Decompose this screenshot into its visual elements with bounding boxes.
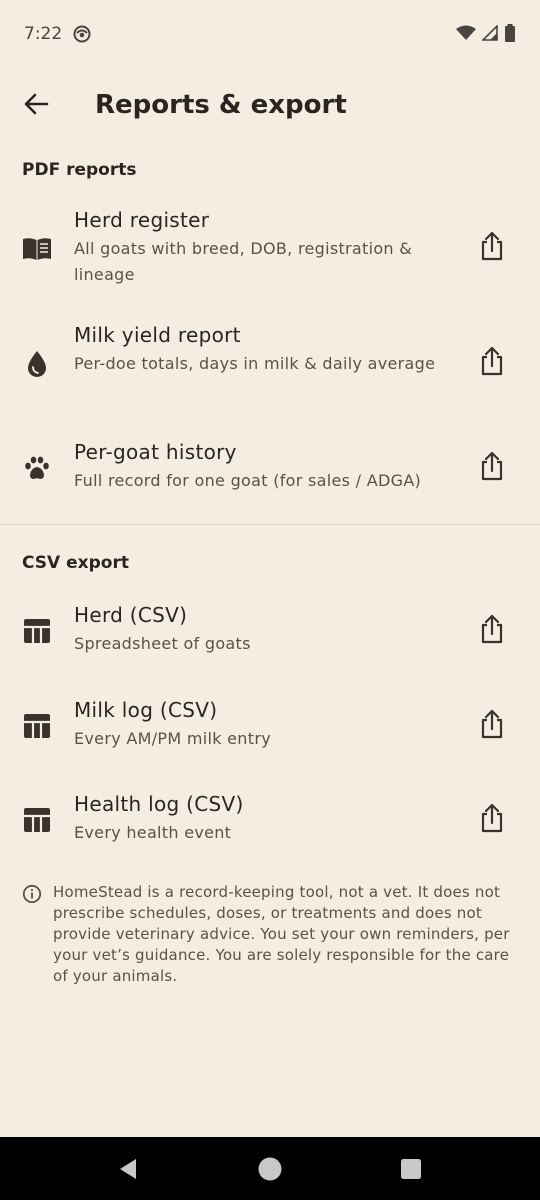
paw-icon [20,451,54,485]
app-bar: Reports & export [0,70,540,140]
share-icon [479,346,505,380]
row-subtitle: Full record for one goat (for sales / AD… [74,471,422,490]
book-icon [20,232,54,266]
wifi-icon [456,25,476,45]
page-title: Reports & export [95,90,347,120]
drop-icon [20,347,54,381]
nav-home-button[interactable] [256,1155,284,1183]
share-button[interactable] [472,800,512,840]
share-icon [479,231,505,265]
info-icon [22,884,42,904]
share-icon [479,614,505,648]
share-icon [479,709,505,743]
share-button[interactable] [472,343,512,383]
share-button[interactable] [472,611,512,651]
share-button[interactable] [472,706,512,746]
share-button[interactable] [472,448,512,488]
status-bar: 7:22 [0,0,540,70]
app-notification-icon [72,24,92,44]
signal-icon [481,24,498,45]
export-row-health-log-csv[interactable]: Health log (CSV) Every health event [0,784,540,864]
section-header-pdf: PDF reports [22,160,137,180]
share-icon [479,451,505,485]
report-row-herd-register[interactable]: Herd register All goats with breed, DOB,… [0,200,540,300]
report-row-milk-yield[interactable]: Milk yield report Per-doe totals, days i… [0,315,540,415]
section-divider [0,524,540,525]
row-text: Milk yield report Per-doe totals, days i… [74,321,459,377]
section-header-csv: CSV export [22,553,129,573]
row-title: Milk log (CSV) [74,698,218,722]
nav-back-button[interactable] [114,1155,142,1183]
disclaimer-text: HomeStead is a record-keeping tool, not … [53,883,510,985]
share-button[interactable] [472,228,512,268]
row-text: Herd (CSV) Spreadsheet of goats [74,601,459,657]
export-row-herd-csv[interactable]: Herd (CSV) Spreadsheet of goats [0,595,540,675]
nav-recents-button[interactable] [397,1155,425,1183]
table-icon [20,614,54,648]
battery-icon [504,24,516,46]
row-subtitle: Per-doe totals, days in milk & daily ave… [74,354,436,373]
table-icon [20,709,54,743]
row-title: Herd register [74,208,210,232]
row-text: Per-goat history Full record for one goa… [74,438,474,494]
status-time: 7:22 [24,24,63,44]
row-text: Milk log (CSV) Every AM/PM milk entry [74,696,459,752]
row-title: Milk yield report [74,323,241,347]
export-row-milk-log-csv[interactable]: Milk log (CSV) Every AM/PM milk entry [0,690,540,770]
back-button[interactable] [16,86,56,126]
status-icons [456,24,516,46]
row-title: Herd (CSV) [74,603,188,627]
arrow-back-icon [23,91,49,121]
row-subtitle: All goats with breed, DOB, registration … [74,239,413,284]
table-icon [20,803,54,837]
share-icon [479,803,505,837]
report-row-per-goat-history[interactable]: Per-goat history Full record for one goa… [0,432,540,512]
row-text: Health log (CSV) Every health event [74,790,459,846]
row-subtitle: Every AM/PM milk entry [74,729,271,748]
row-title: Per-goat history [74,440,237,464]
row-subtitle: Spreadsheet of goats [74,634,251,653]
row-subtitle: Every health event [74,823,232,842]
system-nav-bar [0,1137,540,1200]
row-text: Herd register All goats with breed, DOB,… [74,206,459,288]
row-title: Health log (CSV) [74,792,244,816]
